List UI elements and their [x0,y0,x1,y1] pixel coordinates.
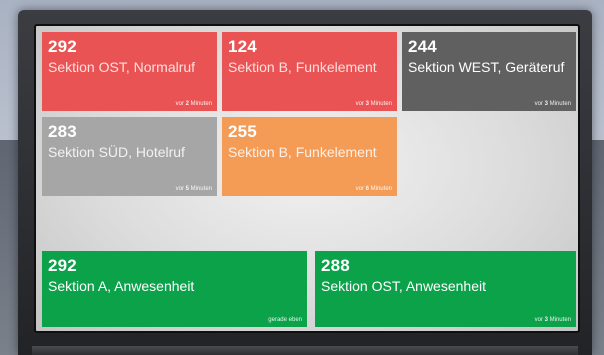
call-time: vor 3 Minuten [355,101,392,107]
call-number: 292 [48,256,77,275]
call-time: vor 3 Minuten [534,101,571,107]
call-location: Sektion WEST, Geräteruf [408,59,565,75]
call-number: 124 [228,37,257,56]
monitor-bezel-bottom [32,346,578,355]
call-tile[interactable]: 292 Sektion OST, Normalruf vor 2 Minuten [42,32,217,111]
call-time: vor 3 Minuten [534,317,571,323]
call-tile[interactable]: 255 Sektion B, Funkelement vor 6 Minuten [222,117,397,196]
call-number: 255 [228,122,257,141]
call-location: Sektion SÜD, Hotelruf [48,144,185,160]
call-location: Sektion OST, Anwesenheit [321,278,486,294]
call-tile[interactable]: 124 Sektion B, Funkelement vor 3 Minuten [222,32,397,111]
presence-tile[interactable]: 292 Sektion A, Anwesenheit gerade eben [42,251,307,327]
call-number: 292 [48,37,77,56]
call-location: Sektion B, Funkelement [228,144,377,160]
call-tile[interactable]: 283 Sektion SÜD, Hotelruf vor 5 Minuten [42,117,217,196]
call-number: 283 [48,122,77,141]
call-location: Sektion B, Funkelement [228,59,377,75]
call-time: gerade eben [268,317,302,323]
monitor-frame: 292 Sektion OST, Normalruf vor 2 Minuten… [18,10,592,355]
call-tile[interactable]: 244 Sektion WEST, Geräteruf vor 3 Minute… [402,32,576,111]
call-number: 288 [321,256,350,275]
call-location: Sektion A, Anwesenheit [48,278,195,294]
call-time: vor 2 Minuten [175,101,212,107]
call-number: 244 [408,37,437,56]
call-time: vor 5 Minuten [175,186,212,192]
call-location: Sektion OST, Normalruf [48,59,196,75]
presence-tile[interactable]: 288 Sektion OST, Anwesenheit vor 3 Minut… [315,251,576,327]
monitor-screen: 292 Sektion OST, Normalruf vor 2 Minuten… [34,24,580,333]
call-time: vor 6 Minuten [355,186,392,192]
